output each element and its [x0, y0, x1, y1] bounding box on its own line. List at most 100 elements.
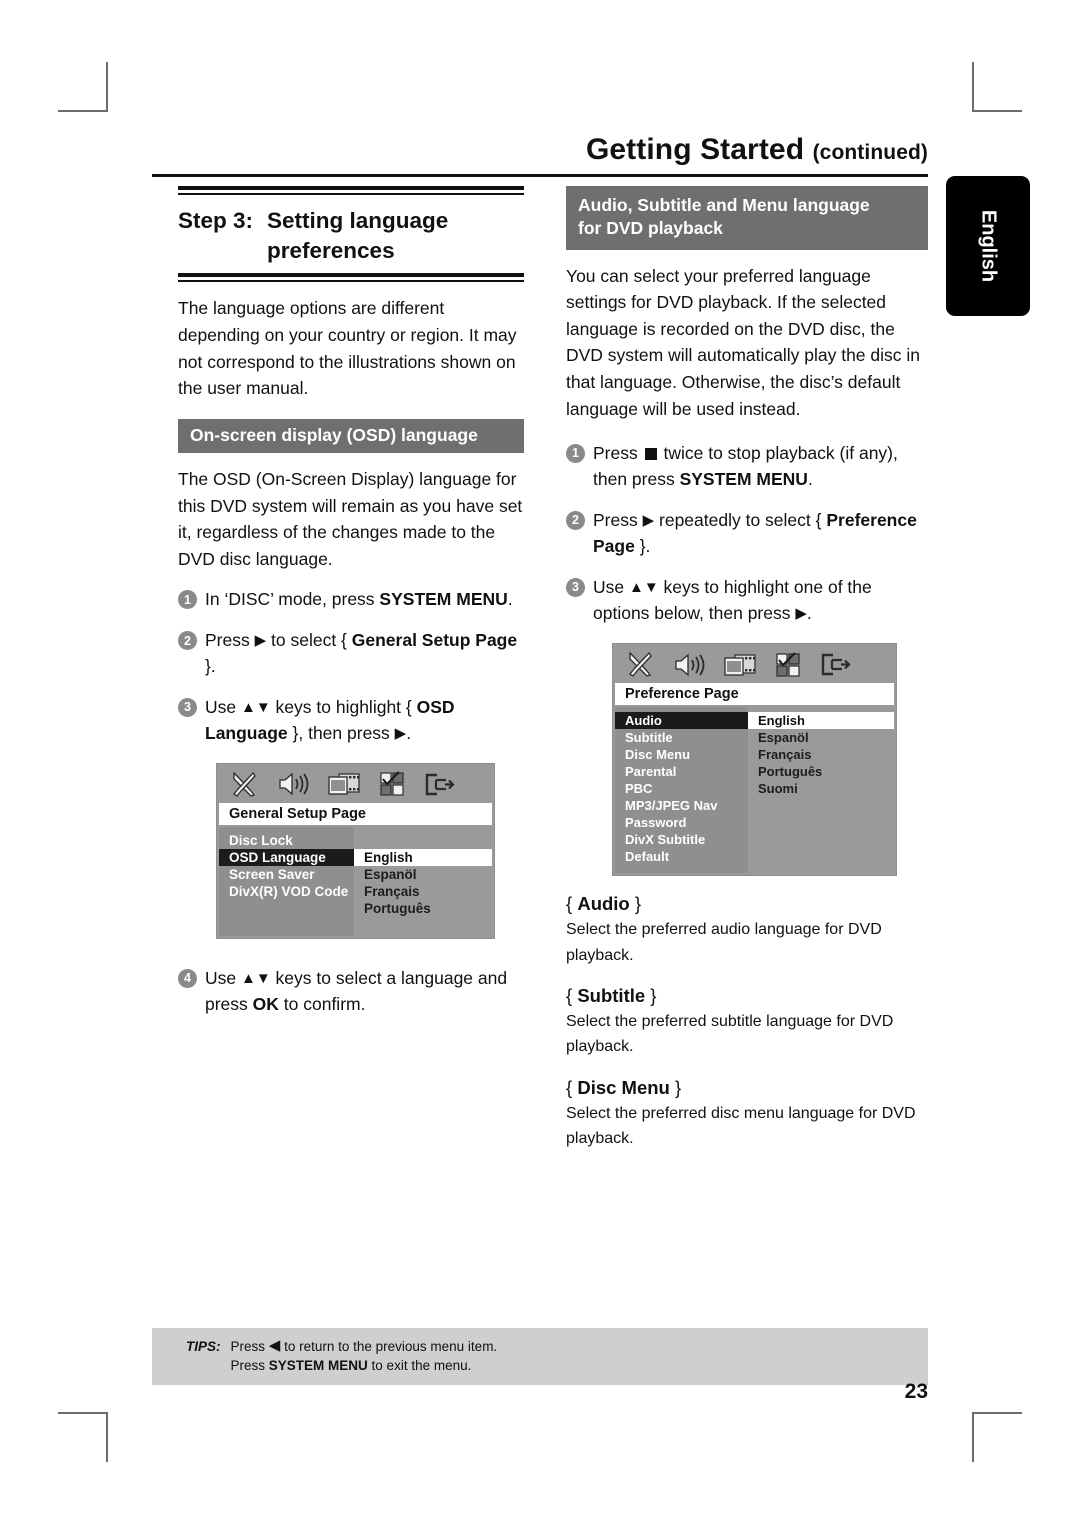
list-item: 3 Use ▲▼ keys to highlight { OSD Languag…	[178, 695, 524, 747]
definition-description: Select the preferred audio language for …	[566, 921, 882, 964]
osd-option-list: English Espanöl Français Português Suomi	[748, 707, 894, 874]
step-text: Press ▶ repeatedly to select { Preferenc…	[593, 509, 917, 556]
tips-bar: TIPS: Press ◀ to return to the previous …	[152, 1328, 928, 1386]
crop-mark-bottom-left	[58, 1412, 108, 1462]
osd-icon-bar	[217, 763, 494, 803]
speaker-icon	[673, 652, 705, 678]
list-item: 2 Press ▶ to select { General Setup Page…	[178, 628, 524, 680]
osd-option[interactable]: Espanöl	[354, 866, 492, 883]
osd-menu-list: Audio Subtitle Disc Menu Parental PBC MP…	[615, 707, 748, 874]
osd-body: Audio Subtitle Disc Menu Parental PBC MP…	[613, 705, 896, 875]
crop-mark-bottom-right	[972, 1412, 1022, 1462]
osd-menu-item-selected[interactable]: OSD Language	[219, 848, 354, 866]
osd-icon-bar	[613, 644, 896, 684]
osd-option[interactable]: Suomi	[748, 780, 894, 797]
osd-option[interactable]: Espanöl	[748, 729, 894, 746]
page-title: Getting Started (continued)	[152, 133, 928, 167]
definition-term-text: Audio	[577, 893, 630, 915]
list-item: 4 Use ▲▼ keys to select a language and p…	[178, 966, 524, 1018]
page-header: Getting Started (continued)	[152, 133, 928, 177]
osd-page-title: Preference Page	[615, 683, 894, 706]
step-title-line1: Setting language	[267, 208, 449, 233]
osd-option-selected[interactable]: English	[354, 848, 492, 866]
right-column: Audio, Subtitle and Menu language for DV…	[566, 186, 928, 1151]
osd-menu-list: Disc Lock OSD Language Screen Saver DivX…	[219, 826, 354, 936]
step-label: Step 3:	[178, 208, 254, 233]
tips-line-2: Press SYSTEM MENU to exit the menu.	[230, 1358, 472, 1374]
brace-open: {	[566, 893, 578, 915]
audio-subtitle-section-bar: Audio, Subtitle and Menu language for DV…	[566, 186, 928, 250]
right-intro-text: You can select your preferred language s…	[566, 265, 921, 419]
osd-option[interactable]: Português	[354, 900, 492, 917]
step-heading: Step 3: Setting language preferences	[178, 195, 524, 273]
definition-term: { Audio }	[566, 893, 928, 915]
step-text: In ‘DISC’ mode, press SYSTEM MENU.	[205, 589, 513, 610]
osd-menu-item[interactable]: Subtitle	[615, 729, 748, 746]
step-number: 2	[178, 631, 197, 651]
left-steps-list: 1 In ‘DISC’ mode, press SYSTEM MENU. 2 P…	[178, 587, 524, 746]
osd-menu-item-selected[interactable]: Audio	[615, 712, 748, 730]
osd-menu-item[interactable]: Password	[615, 814, 748, 831]
step-number: 4	[178, 968, 197, 988]
osd-option[interactable]: Français	[354, 883, 492, 900]
step-title: Setting language preferences	[267, 206, 448, 265]
step-number: 1	[566, 444, 585, 464]
list-item: 3 Use ▲▼ keys to highlight one of the op…	[566, 575, 928, 627]
step-heading-rule-top	[178, 186, 524, 195]
step-number: 1	[178, 590, 197, 610]
tools-icon	[625, 651, 655, 678]
osd-menu-item[interactable]: PBC	[615, 780, 748, 797]
step-text: Use ▲▼ keys to highlight one of the opti…	[593, 576, 872, 623]
right-steps-list: 1 Press twice to stop playback (if any),…	[566, 441, 928, 626]
definition-subtitle: { Subtitle } Select the preferred subtit…	[566, 985, 928, 1060]
page-title-continued: (continued)	[812, 141, 928, 164]
osd-option[interactable]: Português	[748, 763, 894, 780]
tips-line-1: Press ◀ to return to the previous menu i…	[230, 1337, 498, 1354]
crop-mark-top-right	[972, 62, 1022, 112]
osd-menu-item[interactable]: DivX(R) VOD Code	[219, 883, 354, 900]
osd-menu-item[interactable]: Disc Menu	[615, 746, 748, 763]
brace-close: }	[645, 984, 657, 1006]
osd-menu-item[interactable]: Disc Lock	[219, 832, 354, 849]
osd-section-body: The OSD (On-Screen Display) language for…	[178, 469, 523, 569]
brace-close: }	[629, 893, 642, 915]
language-side-tab: English	[946, 176, 1030, 316]
header-divider	[152, 174, 928, 177]
list-item: 1 Press twice to stop playback (if any),…	[566, 441, 928, 493]
tools-icon	[229, 771, 259, 798]
definition-audio: { Audio } Select the preferred audio lan…	[566, 893, 928, 968]
step-number: 3	[178, 698, 197, 718]
film-icon	[723, 652, 757, 678]
definition-term: { Subtitle }	[566, 985, 928, 1007]
left-steps-list-continued: 4 Use ▲▼ keys to select a language and p…	[178, 966, 524, 1018]
audio-subtitle-bar-line2: for DVD playback	[578, 218, 723, 239]
step-heading-rule-bottom	[178, 273, 524, 283]
step-text: Use ▲▼ keys to select a language and pre…	[205, 967, 508, 1014]
brace-close: }	[669, 1076, 682, 1098]
osd-menu-item[interactable]: DivX Subtitle	[615, 831, 748, 848]
step-text: Press twice to stop playback (if any), t…	[593, 443, 898, 489]
preference-icon	[379, 771, 405, 797]
definition-description: Select the preferred disc menu language …	[566, 1104, 916, 1147]
tips-label: TIPS:	[186, 1339, 221, 1354]
manual-page: Getting Started (continued) English Step…	[0, 0, 1080, 1524]
page-number: 23	[904, 1380, 928, 1403]
osd-menu-item[interactable]: Screen Saver	[219, 866, 354, 883]
preference-page-screenshot: Preference Page Audio Subtitle Disc Menu…	[612, 643, 897, 877]
exit-icon	[423, 772, 455, 797]
osd-menu-item[interactable]: Default	[615, 848, 748, 865]
left-column: Step 3: Setting language preferences The…	[178, 186, 524, 1018]
osd-menu-item[interactable]: MP3/JPEG Nav	[615, 797, 748, 814]
step-number: 3	[566, 577, 585, 597]
osd-option-selected[interactable]: English	[748, 712, 894, 730]
osd-menu-item[interactable]: Parental	[615, 763, 748, 780]
definition-term-text: Subtitle	[577, 984, 646, 1006]
step-text: Press ▶ to select { General Setup Page }…	[205, 630, 518, 677]
list-item: 2 Press ▶ repeatedly to select { Prefere…	[566, 508, 928, 560]
step-text: Use ▲▼ keys to highlight { OSD Language …	[205, 697, 455, 743]
language-side-tab-label: English	[977, 209, 1000, 283]
definition-term-text: Disc Menu	[577, 1076, 670, 1098]
osd-option[interactable]: Français	[748, 746, 894, 763]
general-setup-page-screenshot: General Setup Page Disc Lock OSD Languag…	[216, 762, 495, 939]
list-item: 1 In ‘DISC’ mode, press SYSTEM MENU.	[178, 587, 524, 613]
